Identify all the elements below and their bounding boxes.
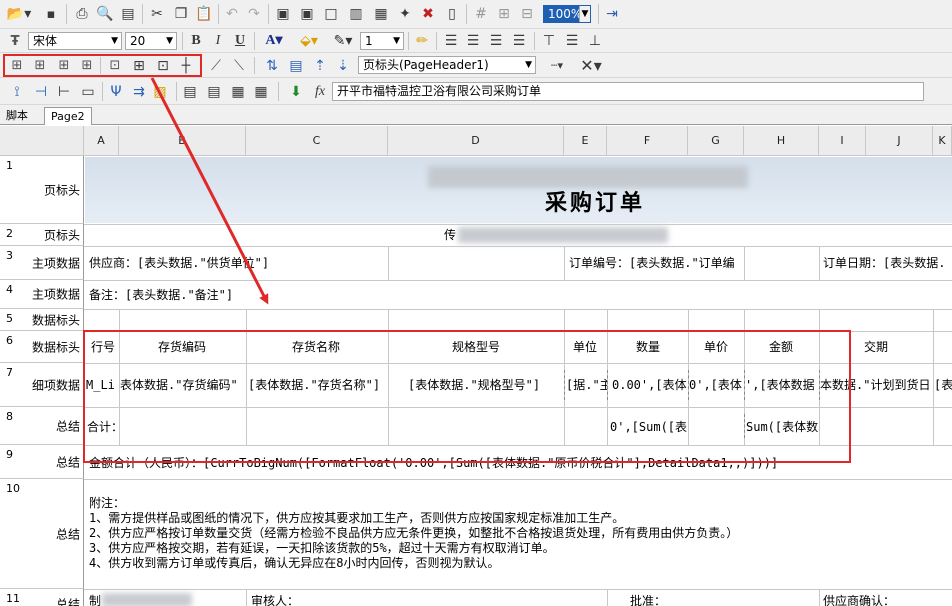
annotation-arrow xyxy=(150,77,269,305)
